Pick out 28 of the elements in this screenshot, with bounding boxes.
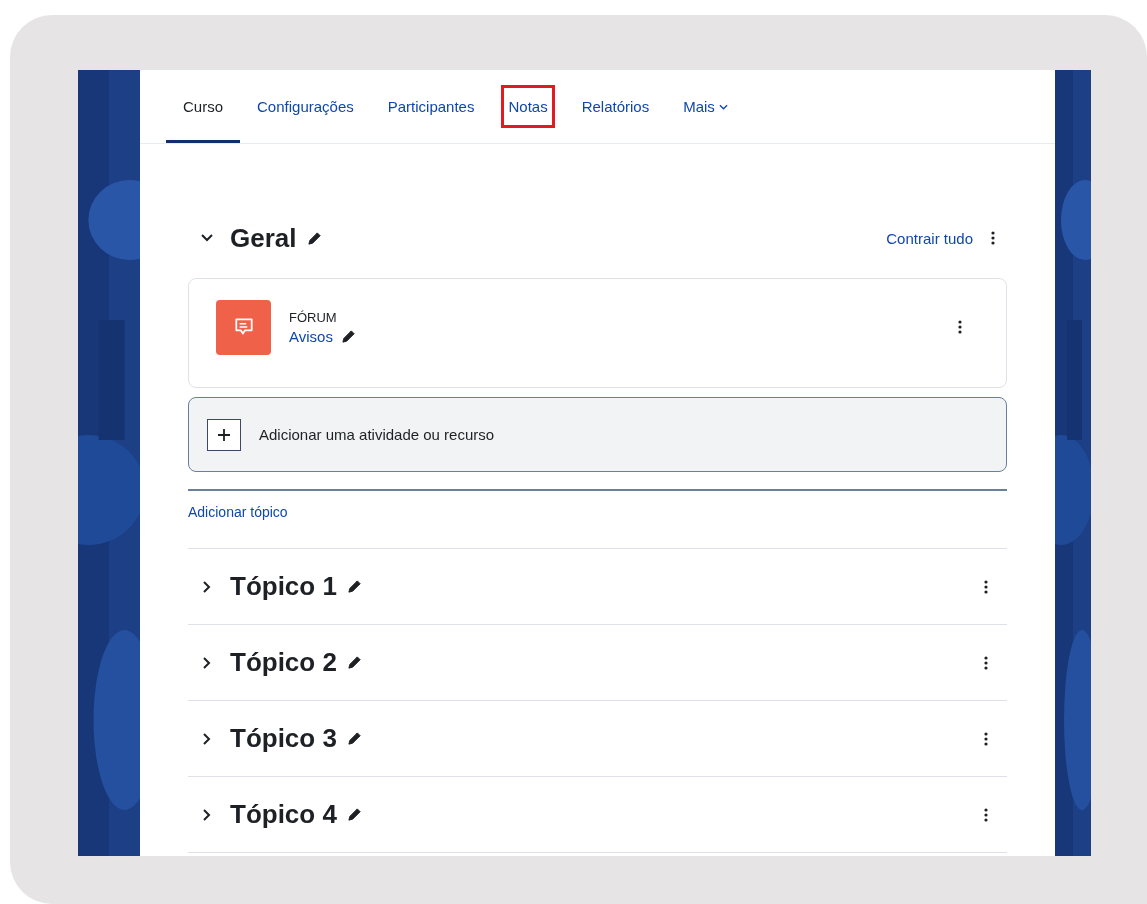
nav-tab[interactable]: Configurações bbox=[240, 70, 371, 143]
nav-tab[interactable]: Curso bbox=[166, 70, 240, 143]
nav-tab[interactable]: Mais bbox=[666, 70, 745, 143]
add-activity-button[interactable]: Adicionar uma atividade ou recurso bbox=[188, 397, 1007, 472]
pencil-icon[interactable] bbox=[346, 655, 362, 670]
activity-type: FÓRUM bbox=[289, 309, 338, 325]
topic-title: Tópico 2 bbox=[230, 647, 337, 678]
collapse-all-link[interactable]: Contrair tudo bbox=[886, 229, 973, 247]
more-options-icon[interactable] bbox=[984, 807, 988, 822]
activity-link[interactable]: Avisos bbox=[289, 327, 333, 345]
pencil-icon[interactable] bbox=[346, 807, 362, 822]
pencil-icon[interactable] bbox=[346, 579, 362, 594]
add-topic-link[interactable]: Adicionar tópico bbox=[188, 504, 288, 520]
more-options-icon[interactable] bbox=[984, 655, 988, 670]
plus-icon bbox=[207, 418, 241, 451]
more-options-icon[interactable] bbox=[991, 231, 995, 245]
section-title: Geral bbox=[230, 222, 297, 254]
more-options-icon[interactable] bbox=[984, 731, 988, 746]
topic-title: Tópico 4 bbox=[230, 799, 337, 830]
topic-title: Tópico 1 bbox=[230, 571, 337, 602]
pencil-icon[interactable] bbox=[346, 731, 362, 746]
add-activity-label: Adicionar uma atividade ou recurso bbox=[259, 426, 495, 443]
topic-title: Tópico 3 bbox=[230, 723, 337, 754]
pencil-icon[interactable] bbox=[306, 230, 322, 246]
more-options-icon[interactable] bbox=[958, 320, 962, 334]
pencil-icon[interactable] bbox=[340, 328, 356, 344]
forum-icon bbox=[216, 299, 271, 355]
more-options-icon[interactable] bbox=[984, 579, 988, 594]
